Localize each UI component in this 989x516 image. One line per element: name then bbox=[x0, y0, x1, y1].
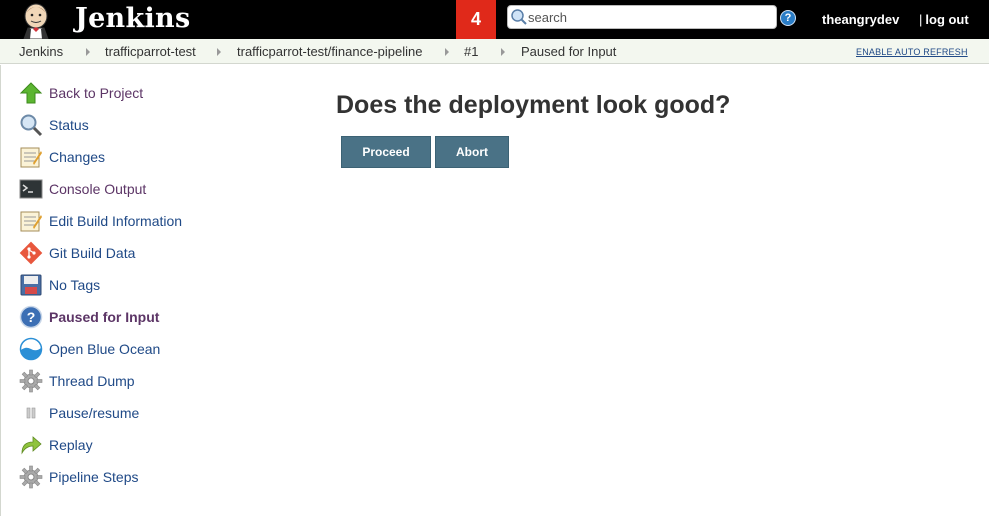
help-icon[interactable]: ? bbox=[780, 10, 796, 26]
breadcrumb-project[interactable]: trafficparrot-test bbox=[105, 44, 196, 59]
sidebar-item-label: Thread Dump bbox=[49, 373, 135, 389]
pause-icon bbox=[26, 407, 36, 419]
gear-icon bbox=[19, 465, 43, 489]
sidebar-item-label: No Tags bbox=[49, 277, 101, 293]
proceed-button[interactable]: Proceed bbox=[341, 136, 431, 168]
sidebar-item-label: Status bbox=[49, 117, 89, 133]
user-link[interactable]: theangrydev bbox=[822, 12, 899, 27]
breadcrumb-arrow-icon[interactable] bbox=[445, 48, 449, 56]
jenkins-butler-icon bbox=[23, 3, 49, 39]
logout-link[interactable]: | log out bbox=[919, 12, 969, 27]
search-box bbox=[507, 5, 777, 29]
breadcrumb-jenkins[interactable]: Jenkins bbox=[19, 44, 63, 59]
sidebar-item-edit-build-information[interactable]: Edit Build Information bbox=[19, 209, 182, 233]
sidebar-item-pipeline-steps[interactable]: Pipeline Steps bbox=[19, 465, 139, 489]
abort-button[interactable]: Abort bbox=[435, 136, 509, 168]
sidebar-item-changes[interactable]: Changes bbox=[19, 145, 105, 169]
sidebar-item-status[interactable]: Status bbox=[19, 113, 89, 137]
top-header: Jenkins 4 ? theangrydev |log out bbox=[0, 0, 989, 39]
notepad-icon bbox=[20, 211, 42, 232]
sidebar-item-label: Git Build Data bbox=[49, 245, 136, 261]
sidebar-item-console-output[interactable]: Console Output bbox=[19, 177, 146, 201]
svg-text:?: ? bbox=[27, 309, 36, 325]
blue-ocean-icon bbox=[19, 337, 43, 361]
sidebar-item-no-tags[interactable]: No Tags bbox=[19, 273, 100, 297]
terminal-icon bbox=[19, 179, 43, 199]
up-arrow-icon bbox=[19, 82, 43, 104]
git-icon bbox=[19, 241, 43, 265]
sidebar-item-back-to-project[interactable]: Back to Project bbox=[19, 81, 143, 105]
sidebar-item-label: Pause/resume bbox=[49, 405, 140, 421]
notification-badge[interactable]: 4 bbox=[456, 0, 496, 39]
sidebar-item-label: Paused for Input bbox=[49, 309, 160, 325]
sidebar-item-label: Edit Build Information bbox=[49, 213, 183, 229]
sidebar-item-label: Console Output bbox=[49, 181, 147, 197]
gear-icon bbox=[19, 369, 43, 393]
search-icon bbox=[511, 9, 527, 25]
sidebar-item-label: Pipeline Steps bbox=[49, 469, 139, 485]
breadcrumb-arrow-icon[interactable] bbox=[501, 48, 505, 56]
floppy-disk-icon bbox=[20, 274, 42, 296]
side-panel: Back to Project Status Changes Console O… bbox=[0, 65, 240, 516]
enable-auto-refresh-link[interactable]: ENABLE AUTO REFRESH bbox=[856, 47, 968, 57]
breadcrumb-arrow-icon[interactable] bbox=[86, 48, 90, 56]
help-circle-icon: ? bbox=[19, 305, 43, 329]
magnifier-icon bbox=[20, 114, 43, 137]
input-prompt-message: Does the deployment look good? bbox=[336, 91, 731, 119]
sidebar-item-label: Open Blue Ocean bbox=[49, 341, 161, 357]
sidebar-item-thread-dump[interactable]: Thread Dump bbox=[19, 369, 135, 393]
sidebar-item-pause-resume[interactable]: Pause/resume bbox=[19, 401, 139, 425]
breadcrumb-build[interactable]: #1 bbox=[464, 44, 478, 59]
breadcrumb-current[interactable]: Paused for Input bbox=[521, 44, 616, 59]
sidebar-item-git-build-data[interactable]: Git Build Data bbox=[19, 241, 135, 265]
logout-label: log out bbox=[925, 12, 969, 27]
jenkins-logo[interactable]: Jenkins bbox=[18, 1, 190, 39]
sidebar-item-open-blue-ocean[interactable]: Open Blue Ocean bbox=[19, 337, 160, 361]
sidebar-item-label: Replay bbox=[49, 437, 93, 453]
sidebar-item-replay[interactable]: Replay bbox=[19, 433, 93, 457]
sidebar-item-label: Changes bbox=[49, 149, 106, 165]
sidebar-item-paused-for-input[interactable]: ? Paused for Input bbox=[19, 305, 159, 329]
notepad-icon bbox=[20, 147, 42, 168]
search-input[interactable] bbox=[528, 7, 772, 27]
replay-arrow-icon bbox=[21, 436, 42, 455]
breadcrumb-pipeline[interactable]: trafficparrot-test/finance-pipeline bbox=[237, 44, 422, 59]
sidebar-item-label: Back to Project bbox=[49, 85, 144, 101]
breadcrumb: Jenkins trafficparrot-test trafficparrot… bbox=[0, 39, 989, 64]
breadcrumb-arrow-icon[interactable] bbox=[217, 48, 221, 56]
jenkins-wordmark: Jenkins bbox=[75, 3, 191, 34]
logout-separator: | bbox=[919, 12, 923, 27]
